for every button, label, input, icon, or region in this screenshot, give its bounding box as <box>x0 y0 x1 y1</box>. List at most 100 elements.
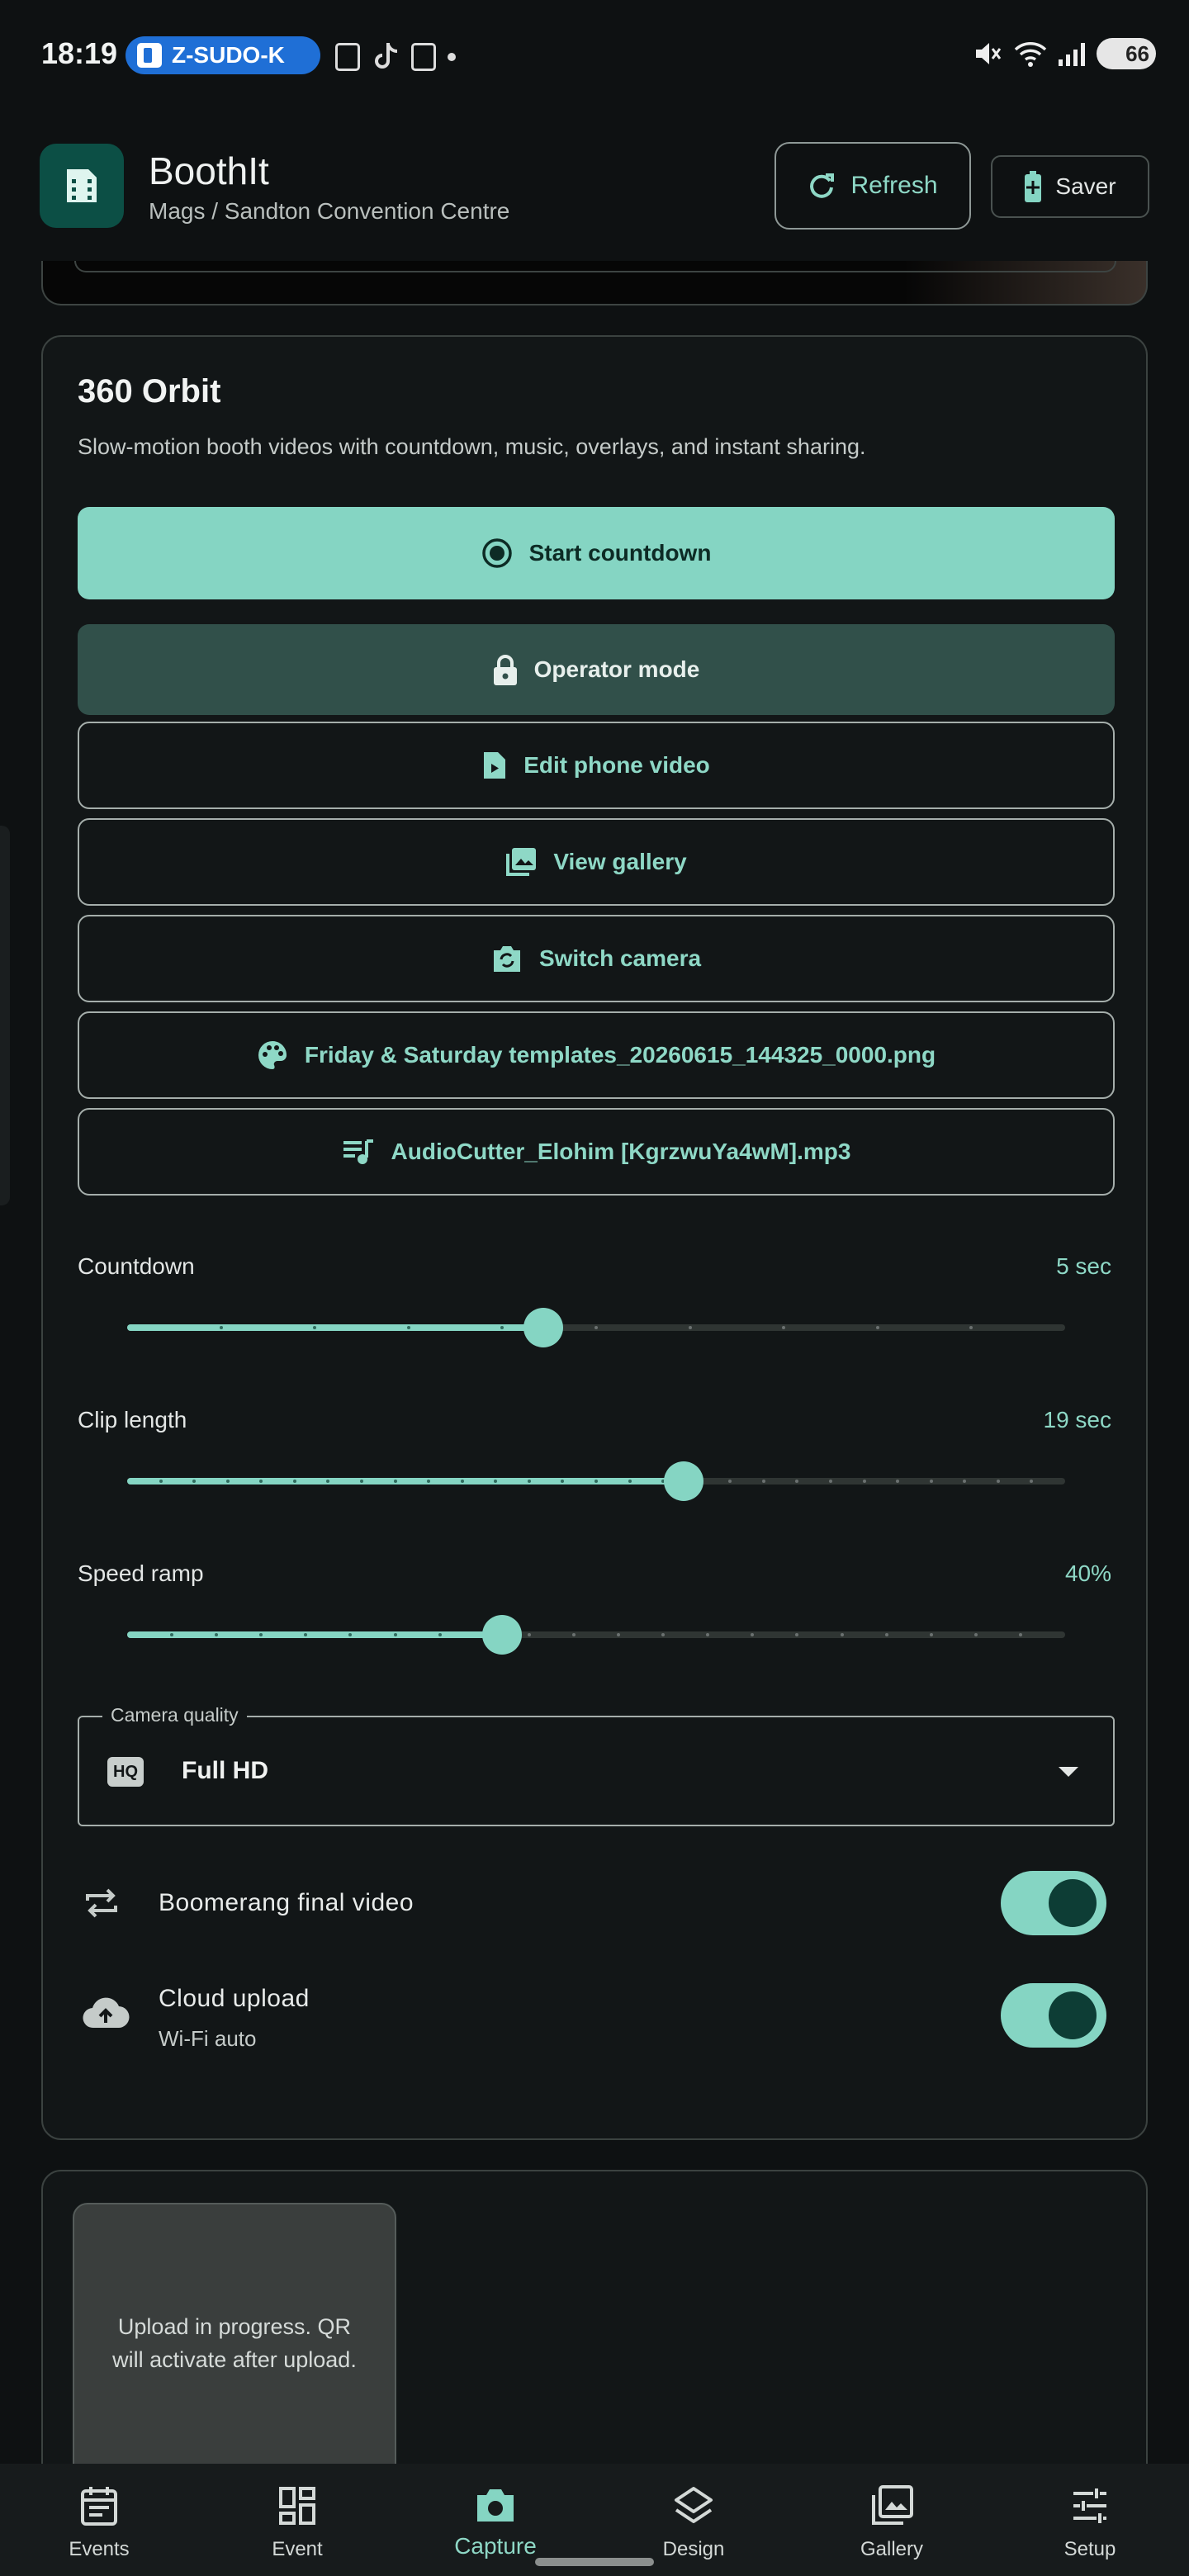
boomerang-toggle[interactable] <box>1001 1871 1106 1935</box>
speed-ramp-label: Speed ramp <box>78 1560 204 1586</box>
phone-icon <box>137 43 162 68</box>
slider-tick <box>225 1480 230 1483</box>
queue-music-icon <box>343 1139 373 1164</box>
slider-tick <box>406 1326 410 1329</box>
slider-tick <box>527 1633 531 1636</box>
start-countdown-button[interactable]: Start countdown <box>78 507 1115 599</box>
mode-description: Slow-motion booth videos with countdown,… <box>78 434 866 459</box>
slider-fill <box>127 1324 544 1331</box>
overlay-template-label: Friday & Saturday templates_20260615_144… <box>304 1042 936 1068</box>
nav-event-label: Event <box>272 2538 323 2560</box>
edit-phone-video-label: Edit phone video <box>523 752 710 778</box>
qr-placeholder: Upload in progress. QR will activate aft… <box>73 2203 396 2484</box>
camera-quality-select[interactable]: Camera quality HQ Full HD <box>78 1704 1115 1826</box>
slider-thumb[interactable] <box>523 1308 564 1347</box>
clip-length-value: 19 sec <box>1043 1407 1112 1432</box>
nav-events-label: Events <box>69 2538 130 2560</box>
signal-icon <box>1059 41 1085 66</box>
slider-tick <box>862 1480 866 1483</box>
more-notifications-dot <box>448 53 456 61</box>
cloud-upload-label: Cloud upload <box>159 1985 310 2012</box>
slider-tick <box>393 1480 397 1483</box>
event-breadcrumb: Mags / Sandton Convention Centre <box>149 198 510 224</box>
palette-icon <box>258 1041 287 1069</box>
slider-tick <box>840 1633 844 1636</box>
slider-fill <box>127 1631 503 1638</box>
sim-icon <box>335 43 360 71</box>
nav-events[interactable]: Events <box>0 2464 198 2576</box>
countdown-slider[interactable] <box>127 1308 1065 1347</box>
camera-icon <box>477 2489 514 2522</box>
speed-ramp-slider[interactable] <box>127 1615 1065 1655</box>
switch-camera-label: Switch camera <box>538 945 702 971</box>
refresh-icon <box>810 173 835 198</box>
cloud-upload-icon <box>83 1997 130 2029</box>
nav-setup[interactable]: Setup <box>991 2464 1189 2576</box>
photo-library-icon <box>872 2485 913 2525</box>
slider-tick <box>159 1480 163 1483</box>
cloud-upload-toggle[interactable] <box>1001 1983 1106 2048</box>
refresh-button[interactable]: Refresh <box>775 142 971 230</box>
countdown-value: 5 sec <box>1056 1253 1111 1279</box>
battery-saver-icon <box>1025 171 1042 202</box>
slider-tick <box>973 1633 978 1636</box>
camera-quality-value: Full HD <box>182 1757 268 1784</box>
status-bar: 18:19 Z-SUDO-K 66 <box>0 0 1189 112</box>
camera-quality-legend: Camera quality <box>102 1704 247 1726</box>
countdown-label: Countdown <box>78 1253 195 1279</box>
slider-thumb[interactable] <box>482 1615 523 1655</box>
app-bar: BoothIt Mags / Sandton Convention Centre… <box>0 112 1189 261</box>
slider-tick <box>527 1480 531 1483</box>
slider-tick <box>628 1480 632 1483</box>
nav-gallery[interactable]: Gallery <box>793 2464 991 2576</box>
slider-tick <box>875 1326 879 1329</box>
layers-icon <box>675 2487 713 2523</box>
saver-label: Saver <box>1055 173 1116 199</box>
edit-phone-video-button[interactable]: Edit phone video <box>78 722 1115 809</box>
slider-tick <box>761 1480 765 1483</box>
overlay-template-button[interactable]: Friday & Saturday templates_20260615_144… <box>78 1011 1115 1099</box>
operator-mode-button[interactable]: Operator mode <box>78 624 1115 715</box>
slider-tick <box>688 1326 692 1329</box>
notification-pill[interactable]: Z-SUDO-K <box>126 36 320 74</box>
saver-button[interactable]: Saver <box>991 155 1149 218</box>
clip-length-slider[interactable] <box>127 1461 1065 1501</box>
dropdown-arrow-icon <box>1059 1767 1078 1777</box>
gesture-bar[interactable] <box>535 2558 654 2566</box>
repeat-icon <box>86 1888 117 1918</box>
tiktok-icon <box>375 43 398 69</box>
view-gallery-label: View gallery <box>553 849 687 874</box>
switch-camera-button[interactable]: Switch camera <box>78 915 1115 1002</box>
mode-title: 360 Orbit <box>78 373 221 410</box>
slider-tick <box>996 1480 1000 1483</box>
status-time: 18:19 <box>41 36 118 70</box>
view-gallery-button[interactable]: View gallery <box>78 818 1115 906</box>
capture-mode-card: 360 Orbit Slow-motion booth videos with … <box>41 335 1148 2140</box>
photo-library-icon <box>506 848 537 876</box>
nav-design-label: Design <box>662 2538 725 2560</box>
toggle-knob <box>1049 1991 1097 2039</box>
slider-thumb[interactable] <box>663 1461 703 1501</box>
slider-tick <box>292 1480 296 1483</box>
dashboard-icon <box>279 2487 315 2525</box>
nav-event[interactable]: Event <box>198 2464 396 2576</box>
side-edge-handle[interactable] <box>0 826 10 1205</box>
app-notification-icon <box>411 43 436 71</box>
nav-gallery-label: Gallery <box>860 2538 924 2560</box>
slider-tick <box>360 1480 363 1483</box>
slider-tick <box>929 1480 933 1483</box>
notification-pill-label: Z-SUDO-K <box>172 42 285 68</box>
music-track-button[interactable]: AudioCutter_Elohim [KgrzwuYa4wM].mp3 <box>78 1108 1115 1196</box>
slider-tick <box>1018 1633 1022 1636</box>
refresh-label: Refresh <box>850 172 938 199</box>
speed-ramp-value: 40% <box>1064 1560 1111 1586</box>
app-logo <box>40 144 124 228</box>
start-countdown-label: Start countdown <box>528 540 712 566</box>
slider-tick <box>438 1633 442 1636</box>
operator-mode-label: Operator mode <box>533 656 700 682</box>
film-icon <box>67 169 97 202</box>
video-file-icon <box>484 752 506 779</box>
slider-fill <box>127 1478 684 1485</box>
boomerang-label: Boomerang final video <box>159 1889 414 1916</box>
slider-tick <box>460 1480 464 1483</box>
